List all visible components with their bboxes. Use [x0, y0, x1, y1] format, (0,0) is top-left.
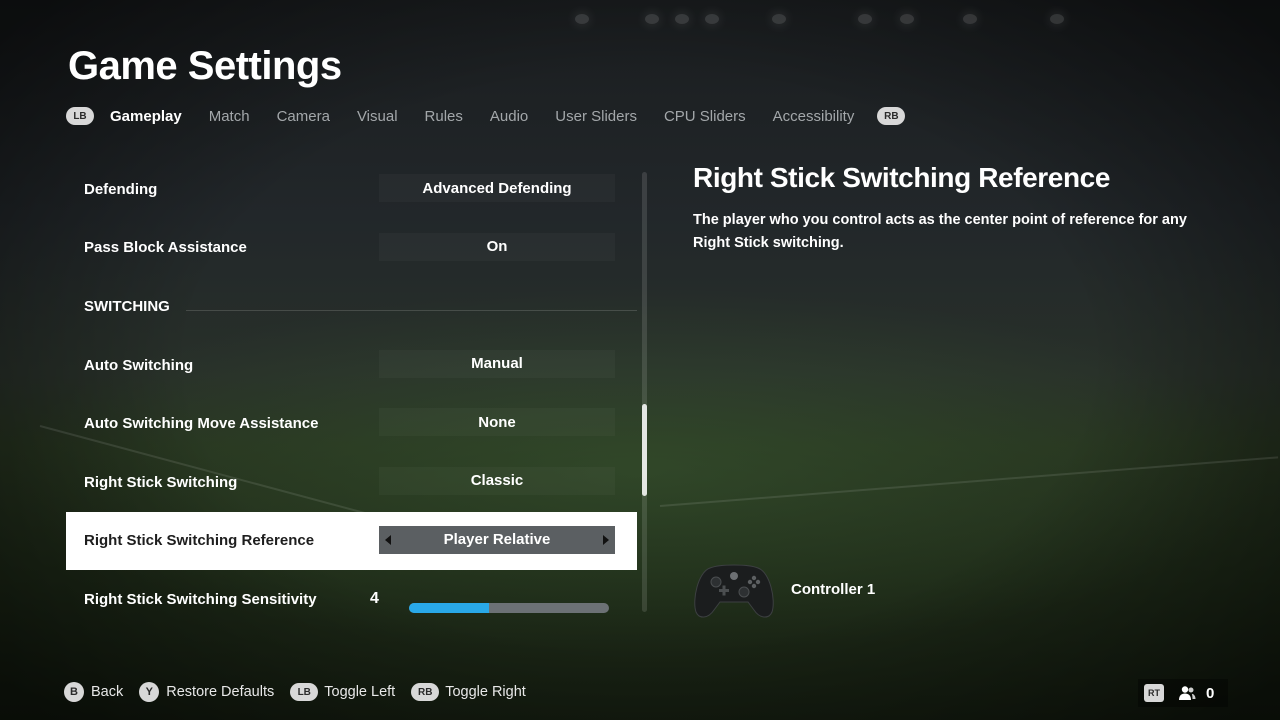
scrollbar-thumb[interactable] [642, 404, 647, 496]
setting-row-defending[interactable]: Defending Advanced Defending [66, 160, 637, 219]
lb-button-icon: LB [290, 683, 319, 701]
toggle-left-button[interactable]: LB Toggle Left [290, 683, 395, 701]
tab-visual[interactable]: Visual [357, 108, 398, 125]
back-button[interactable]: B Back [64, 682, 123, 702]
setting-label: Pass Block Assistance [84, 239, 247, 257]
tab-audio[interactable]: Audio [490, 108, 528, 125]
setting-row-auto-switching-move-assistance[interactable]: Auto Switching Move Assistance None [66, 394, 637, 453]
rb-button-icon: RB [411, 683, 440, 701]
setting-label: Auto Switching [84, 356, 194, 374]
setting-label: Auto Switching Move Assistance [84, 415, 319, 433]
setting-value[interactable]: On [379, 233, 615, 261]
description-title: Right Stick Switching Reference [693, 162, 1111, 193]
setting-value[interactable]: Manual [379, 350, 615, 378]
restore-defaults-label: Restore Defaults [166, 684, 275, 700]
tab-user-sliders[interactable]: User Sliders [555, 108, 637, 125]
b-button-icon: B [64, 682, 84, 702]
tab-rules[interactable]: Rules [425, 108, 463, 125]
tab-cpu-sliders[interactable]: CPU Sliders [664, 108, 746, 125]
friends-count: 0 [1206, 684, 1215, 702]
setting-value[interactable]: Classic [379, 467, 615, 495]
setting-value: Player Relative [443, 531, 551, 549]
setting-value-selector[interactable]: Player Relative [379, 525, 615, 554]
setting-label: Right Stick Switching Reference [84, 532, 315, 550]
controller-label: Controller 1 [791, 581, 876, 598]
gamepad-icon [694, 564, 774, 618]
setting-label: Defending [84, 180, 158, 198]
tab-accessibility[interactable]: Accessibility [773, 108, 855, 125]
setting-row-right-stick-switching-reference[interactable]: Right Stick Switching Reference Player R… [66, 511, 637, 571]
back-label: Back [91, 684, 124, 700]
rb-button-hint[interactable]: RB [877, 107, 906, 125]
section-header-switching: SWITCHING [66, 277, 637, 336]
setting-row-right-stick-switching-sensitivity[interactable]: Right Stick Switching Sensitivity 4 [66, 570, 637, 629]
setting-row-pass-block-assistance[interactable]: Pass Block Assistance On [66, 219, 637, 278]
setting-value[interactable]: None [379, 408, 615, 436]
slider-fill [409, 603, 489, 614]
section-label: SWITCHING [84, 297, 170, 315]
slider-value: 4 [370, 590, 379, 608]
toggle-right-label: Toggle Right [445, 684, 526, 700]
sensitivity-slider[interactable] [409, 603, 609, 614]
setting-row-right-stick-switching[interactable]: Right Stick Switching Classic [66, 453, 637, 512]
toggle-right-button[interactable]: RB Toggle Right [411, 683, 526, 701]
friends-status[interactable]: RT 0 [1138, 679, 1228, 707]
lb-button-hint[interactable]: LB [66, 107, 94, 125]
tab-camera[interactable]: Camera [277, 108, 330, 125]
settings-list: Defending Advanced Defending Pass Block … [66, 160, 637, 629]
rt-button-icon: RT [1144, 684, 1164, 702]
setting-label: Right Stick Switching Sensitivity [84, 590, 317, 608]
arrow-left-icon[interactable] [385, 534, 391, 545]
tab-gameplay[interactable]: Gameplay [110, 108, 182, 125]
setting-value[interactable]: Advanced Defending [379, 174, 615, 202]
pitch-line [659, 456, 1279, 507]
page-title: Game Settings [68, 44, 342, 88]
toggle-left-label: Toggle Left [324, 684, 396, 700]
setting-label: Right Stick Switching [84, 473, 238, 491]
tab-match[interactable]: Match [209, 108, 250, 125]
arrow-right-icon[interactable] [603, 534, 609, 545]
restore-defaults-button[interactable]: Y Restore Defaults [139, 682, 274, 702]
setting-row-auto-switching[interactable]: Auto Switching Manual [66, 336, 637, 395]
section-divider [186, 310, 637, 311]
tab-bar: LB Gameplay Match Camera Visual Rules Au… [66, 104, 906, 128]
description-text: The player who you control acts as the c… [693, 212, 1187, 251]
settings-scrollbar[interactable] [642, 172, 647, 612]
people-icon [1179, 686, 1196, 700]
y-button-icon: Y [139, 682, 160, 702]
button-hints-bar: B Back Y Restore Defaults LB Toggle Left… [64, 681, 542, 703]
